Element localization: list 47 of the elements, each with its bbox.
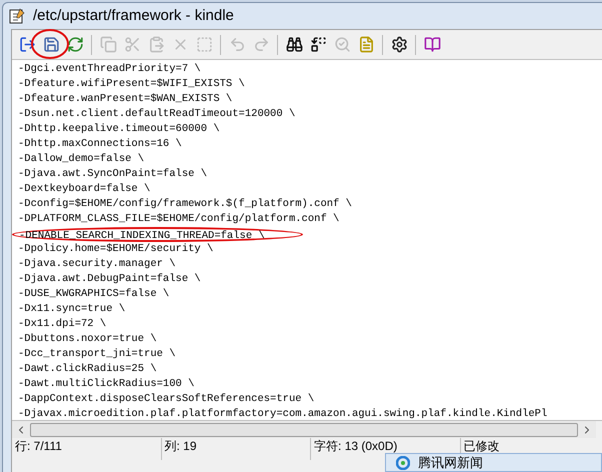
code-line: -Dfeature.wifiPresent=$WIFI_EXISTS \ bbox=[18, 77, 245, 92]
settings-icon bbox=[390, 36, 408, 53]
code-line: -Dx11.sync=true \ bbox=[18, 302, 126, 317]
status-cell: 行: 7/111 bbox=[12, 438, 162, 460]
code-line: -Dpolicy.home=$EHOME/security \ bbox=[18, 242, 214, 257]
document-icon bbox=[358, 36, 374, 53]
code-line: -Dsun.net.client.defaultReadTimeout=120000 \ bbox=[18, 107, 296, 122]
highlight-ellipse bbox=[30, 28, 70, 60]
code-line: -DappContext.disposeClearsSoftReferences=true \ bbox=[18, 392, 314, 407]
replace-icon bbox=[310, 36, 326, 53]
redo-icon bbox=[252, 36, 270, 53]
code-line: -Djava.awt.DebugPaint=false \ bbox=[18, 272, 201, 287]
book-icon bbox=[424, 36, 440, 53]
paste-icon bbox=[148, 36, 164, 53]
exit-icon bbox=[18, 36, 36, 53]
code-line: -Dhttp.keepalive.timeout=60000 \ bbox=[18, 122, 220, 137]
save-icon bbox=[42, 36, 60, 53]
code-line: -Djava.security.manager \ bbox=[18, 257, 176, 272]
select-all-icon bbox=[196, 36, 212, 53]
news-icon bbox=[396, 456, 410, 470]
code-line: -Dgci.eventThreadPriority=7 \ bbox=[18, 62, 201, 77]
reload-icon bbox=[66, 36, 84, 53]
cut-icon bbox=[124, 36, 140, 53]
horizontal-scrollbar[interactable] bbox=[12, 421, 596, 438]
code-line: -Djava.awt.SyncOnPaint=false \ bbox=[18, 167, 208, 182]
scrollbar-thumb[interactable] bbox=[30, 422, 578, 436]
code-line: -DPLATFORM_CLASS_FILE=$EHOME/config/platform.conf \ bbox=[18, 212, 340, 227]
code-line: -Dallow_demo=false \ bbox=[18, 152, 144, 167]
find-next-icon bbox=[334, 36, 350, 53]
code-line: -Dawt.multiClickRadius=100 \ bbox=[18, 377, 194, 392]
copy-icon bbox=[100, 36, 116, 53]
code-line: -Dextkeyboard=false \ bbox=[18, 182, 150, 197]
code-line: -DUSE_KWGRAPHICS=false \ bbox=[18, 287, 170, 302]
notepad-icon bbox=[9, 8, 25, 24]
code-line: -Djavax.microedition.plaf.platformfactory=com.amazon.agui.swing.plaf.kindle.KindlePl bbox=[18, 407, 548, 420]
editor[interactable] bbox=[12, 60, 602, 421]
code-line: -Dconfig=$EHOME/config/framework.$(f_platform).conf \ bbox=[18, 197, 352, 212]
code-line: -Dawt.clickRadius=25 \ bbox=[18, 362, 157, 377]
undo-icon bbox=[228, 36, 246, 53]
code-line: -Dhttp.maxConnections=16 \ bbox=[18, 137, 182, 152]
window-title: /etc/upstart/framework - kindle bbox=[33, 6, 234, 26]
binoculars-icon bbox=[286, 36, 302, 53]
status-cell: 列: 19 bbox=[162, 438, 312, 460]
code-line: -Dfeature.wanPresent=$WAN_EXISTS \ bbox=[18, 92, 232, 107]
code-line: -Dcc_transport_jni=true \ bbox=[18, 347, 176, 362]
code-line: -Dbuttons.noxor=true \ bbox=[18, 332, 157, 347]
code-line: -Dx11.dpi=72 \ bbox=[18, 317, 106, 332]
